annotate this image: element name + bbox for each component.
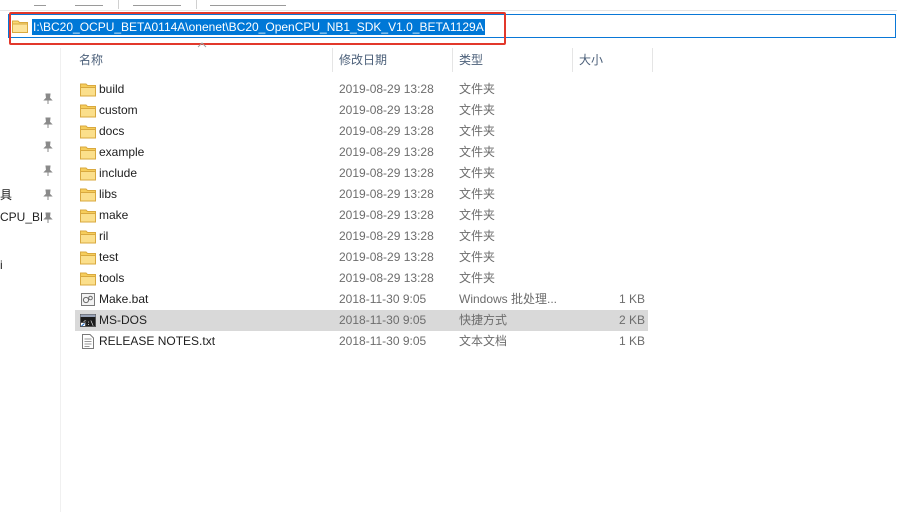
file-type: Windows 批处理...	[459, 292, 558, 306]
folder-icon	[80, 125, 96, 139]
column-header-name[interactable]: 名称	[79, 48, 103, 72]
file-row[interactable]: RELEASE NOTES.txt 2018-11-30 9:05 文本文档 1 KB	[75, 331, 648, 352]
pin-icon[interactable]	[43, 117, 53, 129]
file-modified-date: 2019-08-29 13:28	[339, 124, 434, 138]
file-row[interactable]: libs 2019-08-29 13:28 文件夹	[75, 184, 648, 205]
file-name[interactable]: Make.bat	[99, 289, 148, 310]
file-modified-date: 2019-08-29 13:28	[339, 103, 434, 117]
pin-icon[interactable]	[43, 93, 53, 105]
file-row[interactable]: Make.bat 2018-11-30 9:05 Windows 批处理... 1 K…	[75, 289, 648, 310]
file-type: 文件夹	[459, 103, 496, 117]
console-shortcut-icon: C:\	[80, 314, 96, 327]
file-name[interactable]: custom	[99, 100, 138, 121]
folder-icon	[80, 104, 96, 118]
column-separator[interactable]	[452, 48, 453, 72]
navigation-pane: 具 CPU_BE i	[0, 48, 61, 512]
ribbon-fragment	[133, 0, 181, 6]
column-header-size[interactable]: 大小	[579, 48, 603, 72]
ribbon-separator	[196, 0, 197, 9]
file-size: 2 KB	[618, 313, 645, 327]
file-modified-date: 2018-11-30 9:05	[339, 313, 427, 327]
file-type: 快捷方式	[459, 313, 508, 327]
file-size: 1 KB	[618, 292, 645, 306]
file-row[interactable]: custom 2019-08-29 13:28 文件夹	[75, 100, 648, 121]
file-type: 文件夹	[459, 229, 496, 243]
file-modified-date: 2019-08-29 13:28	[339, 166, 434, 180]
file-row[interactable]: example 2019-08-29 13:28 文件夹	[75, 142, 648, 163]
file-row[interactable]: build 2019-08-29 13:28 文件夹	[75, 79, 648, 100]
address-highlight-box	[9, 12, 506, 45]
ribbon-fragment	[210, 0, 286, 6]
folder-icon	[80, 209, 96, 223]
nav-item-fragment[interactable]: 具	[0, 186, 12, 203]
file-type: 文件夹	[459, 82, 496, 96]
file-name[interactable]: test	[99, 247, 118, 268]
batch-file-icon	[81, 293, 95, 306]
file-modified-date: 2019-08-29 13:28	[339, 229, 434, 243]
file-row[interactable]: make 2019-08-29 13:28 文件夹	[75, 205, 648, 226]
folder-icon	[80, 146, 96, 160]
file-modified-date: 2018-11-30 9:05	[339, 334, 427, 348]
sort-caret-icon	[197, 42, 207, 48]
file-type: 文件夹	[459, 145, 496, 159]
file-modified-date: 2019-08-29 13:28	[339, 82, 434, 96]
file-row[interactable]: include 2019-08-29 13:28 文件夹	[75, 163, 648, 184]
file-modified-date: 2019-08-29 13:28	[339, 208, 434, 222]
folder-icon	[80, 167, 96, 181]
file-name[interactable]: MS-DOS	[99, 310, 147, 331]
ribbon-remnant	[0, 0, 897, 11]
ribbon-separator	[118, 0, 119, 9]
file-type: 文件夹	[459, 208, 496, 222]
file-name[interactable]: libs	[99, 184, 117, 205]
file-type: 文件夹	[459, 187, 496, 201]
file-name[interactable]: docs	[99, 121, 124, 142]
column-header-type[interactable]: 类型	[459, 48, 483, 72]
file-name[interactable]: include	[99, 163, 137, 184]
folder-icon	[80, 230, 96, 244]
folder-icon	[80, 251, 96, 265]
file-modified-date: 2019-08-29 13:28	[339, 187, 434, 201]
file-modified-date: 2019-08-29 13:28	[339, 271, 434, 285]
pin-icon[interactable]	[43, 189, 53, 201]
column-separator[interactable]	[332, 48, 333, 72]
ribbon-fragment	[75, 0, 103, 6]
file-name[interactable]: example	[99, 142, 144, 163]
nav-item-fragment[interactable]: CPU_BE	[0, 210, 42, 224]
file-modified-date: 2019-08-29 13:28	[339, 145, 434, 159]
file-row[interactable]: tools 2019-08-29 13:28 文件夹	[75, 268, 648, 289]
ribbon-fragment	[34, 0, 46, 6]
text-file-icon	[82, 334, 94, 349]
file-name[interactable]: tools	[99, 268, 124, 289]
column-separator[interactable]	[652, 48, 653, 72]
file-name[interactable]: ril	[99, 226, 108, 247]
file-type: 文本文档	[459, 334, 508, 348]
file-row[interactable]: docs 2019-08-29 13:28 文件夹	[75, 121, 648, 142]
file-row[interactable]: ril 2019-08-29 13:28 文件夹	[75, 226, 648, 247]
file-type: 文件夹	[459, 250, 496, 264]
nav-item-fragment[interactable]: i	[0, 258, 3, 272]
pin-icon[interactable]	[43, 165, 53, 177]
file-row[interactable]: test 2019-08-29 13:28 文件夹	[75, 247, 648, 268]
column-separator[interactable]	[572, 48, 573, 72]
file-type: 文件夹	[459, 271, 496, 285]
file-modified-date: 2018-11-30 9:05	[339, 292, 427, 306]
column-header-date[interactable]: 修改日期	[339, 48, 387, 72]
file-name[interactable]: make	[99, 205, 128, 226]
file-type: 文件夹	[459, 166, 496, 180]
folder-icon	[80, 83, 96, 97]
file-type: 文件夹	[459, 124, 496, 138]
pin-icon[interactable]	[43, 141, 53, 153]
file-row[interactable]: C:\ MS-DOS 2018-11-30 9:05 快捷方式 2 KB	[75, 310, 648, 331]
file-name[interactable]: RELEASE NOTES.txt	[99, 331, 215, 352]
file-modified-date: 2019-08-29 13:28	[339, 250, 434, 264]
folder-icon	[80, 188, 96, 202]
file-name[interactable]: build	[99, 79, 124, 100]
pin-icon[interactable]	[43, 212, 53, 224]
file-size: 1 KB	[618, 334, 645, 348]
folder-icon	[80, 272, 96, 286]
